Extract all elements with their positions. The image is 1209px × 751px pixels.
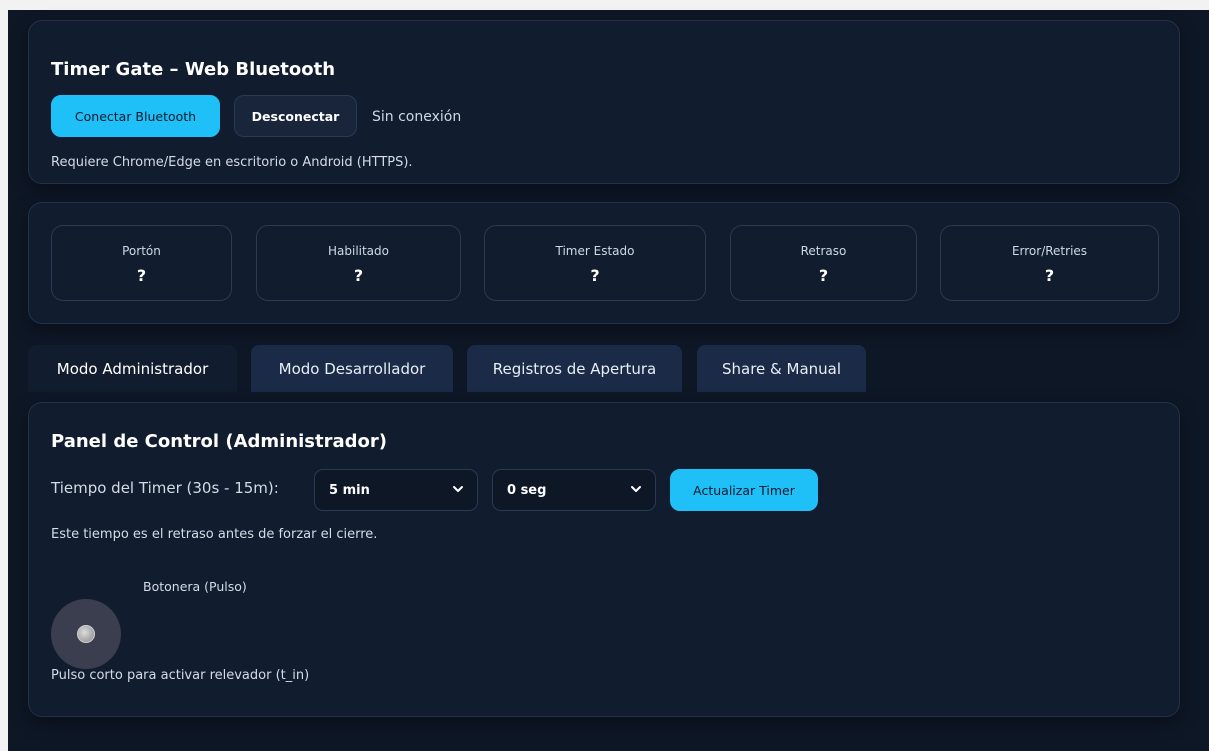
stat-label: Retraso — [800, 244, 847, 258]
stat-label: Portón — [122, 244, 161, 258]
stat-timer-estado: Timer Estado ? — [484, 225, 706, 301]
minutes-select[interactable]: 5 min — [314, 469, 478, 511]
pulse-indicator-icon — [77, 625, 95, 643]
timer-label: Tiempo del Timer (30s - 15m): — [51, 479, 279, 497]
update-timer-button[interactable]: Actualizar Timer — [670, 469, 818, 511]
stat-porton: Portón ? — [51, 225, 232, 301]
tab-share-manual[interactable]: Share & Manual — [697, 345, 866, 392]
connect-bluetooth-button[interactable]: Conectar Bluetooth — [51, 95, 220, 137]
seconds-select-value: 0 seg — [507, 482, 547, 498]
tab-modo-administrador[interactable]: Modo Administrador — [28, 345, 237, 392]
stat-value: ? — [353, 266, 364, 285]
stat-label: Error/Retries — [1011, 244, 1088, 258]
minutes-select-value: 5 min — [329, 482, 370, 498]
stat-value: ? — [136, 266, 147, 285]
stat-error-retries: Error/Retries ? — [940, 225, 1159, 301]
tab-registros-de-apertura[interactable]: Registros de Apertura — [467, 345, 682, 392]
app-window: Timer Gate – Web Bluetooth Conectar Blue… — [8, 10, 1209, 751]
stat-value: ? — [590, 266, 600, 285]
stat-value: ? — [818, 266, 829, 285]
pulse-label: Botonera (Pulso) — [143, 579, 247, 594]
tab-modo-desarrollador[interactable]: Modo Desarrollador — [251, 345, 453, 392]
stat-value: ? — [1044, 266, 1055, 285]
connection-card: Timer Gate – Web Bluetooth Conectar Blue… — [28, 20, 1180, 184]
connection-status: Sin conexión — [372, 109, 462, 125]
stat-retraso: Retraso ? — [730, 225, 917, 301]
requirement-note: Requiere Chrome/Edge en escritorio o And… — [51, 155, 413, 170]
panel-title: Panel de Control (Administrador) — [51, 431, 387, 452]
page-title: Timer Gate – Web Bluetooth — [51, 59, 336, 80]
stat-habilitado: Habilitado ? — [256, 225, 461, 301]
timer-note: Este tiempo es el retraso antes de forza… — [51, 527, 378, 542]
chevron-down-icon — [631, 486, 641, 492]
pulse-button[interactable] — [51, 599, 121, 669]
admin-panel: Panel de Control (Administrador) Tiempo … — [28, 402, 1180, 717]
seconds-select[interactable]: 0 seg — [492, 469, 656, 511]
stat-label: Habilitado — [327, 244, 389, 258]
stat-label: Timer Estado — [555, 244, 635, 258]
pulse-note: Pulso corto para activar relevador (t_in… — [51, 668, 310, 683]
status-card: Portón ? Habilitado ? Timer Estado ? Ret… — [28, 202, 1180, 324]
chevron-down-icon — [453, 486, 463, 492]
disconnect-button[interactable]: Desconectar — [234, 95, 357, 137]
